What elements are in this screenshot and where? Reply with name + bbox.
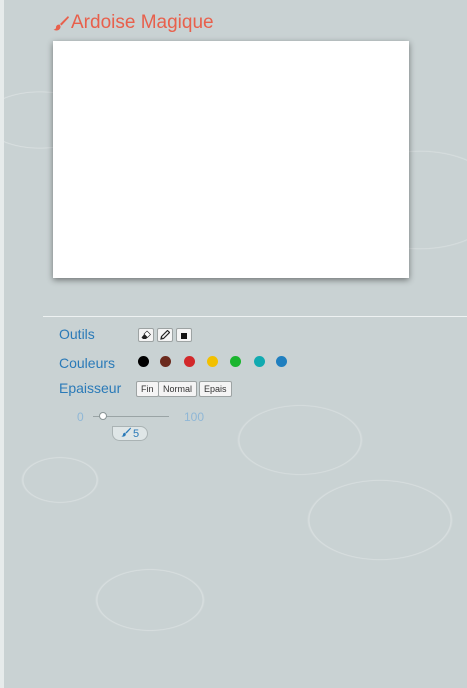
divider <box>43 316 467 317</box>
colors-label: Couleurs <box>59 355 116 371</box>
left-edge-strip <box>0 0 4 688</box>
thickness-normal-button[interactable]: Normal <box>158 381 198 397</box>
drawing-canvas[interactable] <box>53 41 409 278</box>
tools-label: Outils <box>59 326 95 342</box>
thickness-label: Epaisseur <box>59 380 122 396</box>
color-swatch-red[interactable] <box>184 356 195 367</box>
brush-icon <box>121 427 131 440</box>
thickness-value: 5 <box>132 427 140 440</box>
brush-icon <box>53 15 69 31</box>
color-swatch-brown[interactable] <box>160 356 171 367</box>
eraser-icon <box>141 328 151 343</box>
slider-min-label: 0 <box>77 410 84 424</box>
app-title: Ardoise Magique <box>53 12 214 34</box>
eraser-tool-button[interactable] <box>138 328 154 342</box>
fill-tool-button[interactable] <box>176 328 192 342</box>
thickness-value-badge: 5 <box>112 426 148 441</box>
color-swatch-black[interactable] <box>138 356 149 367</box>
app-title-text: Ardoise Magique <box>71 12 214 33</box>
pen-tool-button[interactable] <box>157 328 173 342</box>
square-icon <box>180 328 188 343</box>
slider-max-label: 100 <box>184 410 205 424</box>
thickness-slider-handle[interactable] <box>99 412 107 420</box>
color-swatch-teal[interactable] <box>254 356 265 367</box>
color-swatch-green[interactable] <box>230 356 241 367</box>
thickness-thin-button[interactable]: Fin <box>136 381 159 397</box>
thickness-thick-button[interactable]: Epais <box>199 381 232 397</box>
pen-icon <box>160 328 171 343</box>
color-swatch-blue[interactable] <box>276 356 287 367</box>
color-swatch-yellow[interactable] <box>207 356 218 367</box>
